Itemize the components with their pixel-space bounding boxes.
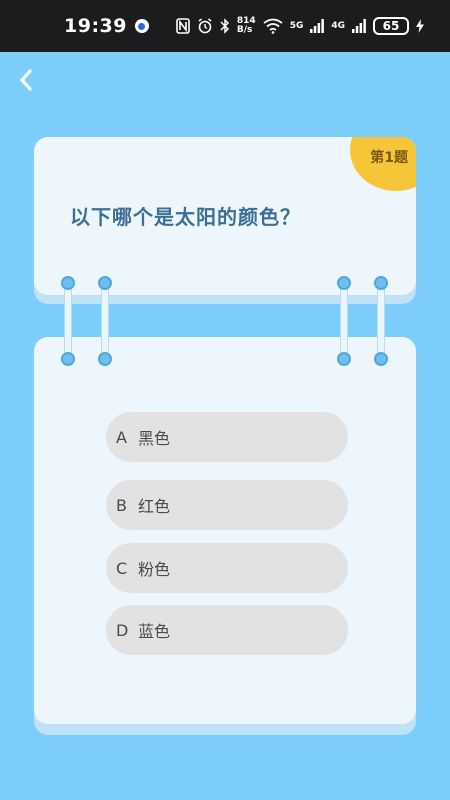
option-text: 黑色 <box>138 429 171 448</box>
option-text: 蓝色 <box>138 622 171 641</box>
answer-card <box>34 337 416 724</box>
signal-icon-2 <box>352 19 366 33</box>
option-letter: C <box>116 558 128 578</box>
chevron-left-icon <box>20 69 32 91</box>
option-d-button[interactable]: D 蓝色 <box>106 605 348 655</box>
option-letter: D <box>116 620 129 640</box>
option-c-button[interactable]: C 粉色 <box>106 543 348 593</box>
status-time: 19:39 <box>64 15 127 37</box>
status-left: 19:39 <box>64 15 149 37</box>
app-notification-icon <box>134 19 149 33</box>
ring-hole-bottom-1 <box>61 352 75 366</box>
option-letter: B <box>116 495 127 515</box>
binder-ring-1 <box>64 284 72 360</box>
option-text: 粉色 <box>138 560 171 579</box>
binder-ring-3 <box>340 284 348 360</box>
ring-hole-top-3 <box>337 276 351 290</box>
network-speed: 814 B/s <box>237 17 256 35</box>
ring-hole-bottom-3 <box>337 352 351 366</box>
status-bar: 19:39 814 B/s 5G 4G 65 <box>0 0 450 52</box>
option-b-button[interactable]: B 红色 <box>106 480 348 530</box>
signal-icon-1 <box>310 19 325 33</box>
network-speed-unit: B/s <box>236 25 253 35</box>
option-a-button[interactable]: A 黑色 <box>106 412 348 462</box>
ring-hole-top-1 <box>61 276 75 290</box>
ring-hole-top-4 <box>374 276 388 290</box>
option-text: 红色 <box>138 497 171 516</box>
question-card: 第1题 以下哪个是太阳的颜色？ <box>34 137 416 295</box>
network-5g-label: 5G <box>289 21 304 31</box>
binder-ring-4 <box>377 284 385 360</box>
ring-hole-top-2 <box>98 276 112 290</box>
bluetooth-icon <box>220 18 230 34</box>
question-text: 以下哪个是太阳的颜色？ <box>70 205 301 229</box>
battery-icon: 65 <box>373 17 409 35</box>
alarm-icon <box>197 18 213 34</box>
back-button[interactable] <box>12 64 40 96</box>
nfc-icon <box>176 18 190 34</box>
network-4g-label: 4G <box>331 21 345 31</box>
question-number-label: 第1题 <box>370 150 408 166</box>
option-letter: A <box>116 427 127 447</box>
charging-icon <box>416 19 424 33</box>
ring-hole-bottom-4 <box>374 352 388 366</box>
ring-hole-bottom-2 <box>98 352 112 366</box>
wifi-icon <box>263 18 283 34</box>
status-right: 814 B/s 5G 4G 65 <box>176 17 424 35</box>
binder-ring-2 <box>101 284 109 360</box>
